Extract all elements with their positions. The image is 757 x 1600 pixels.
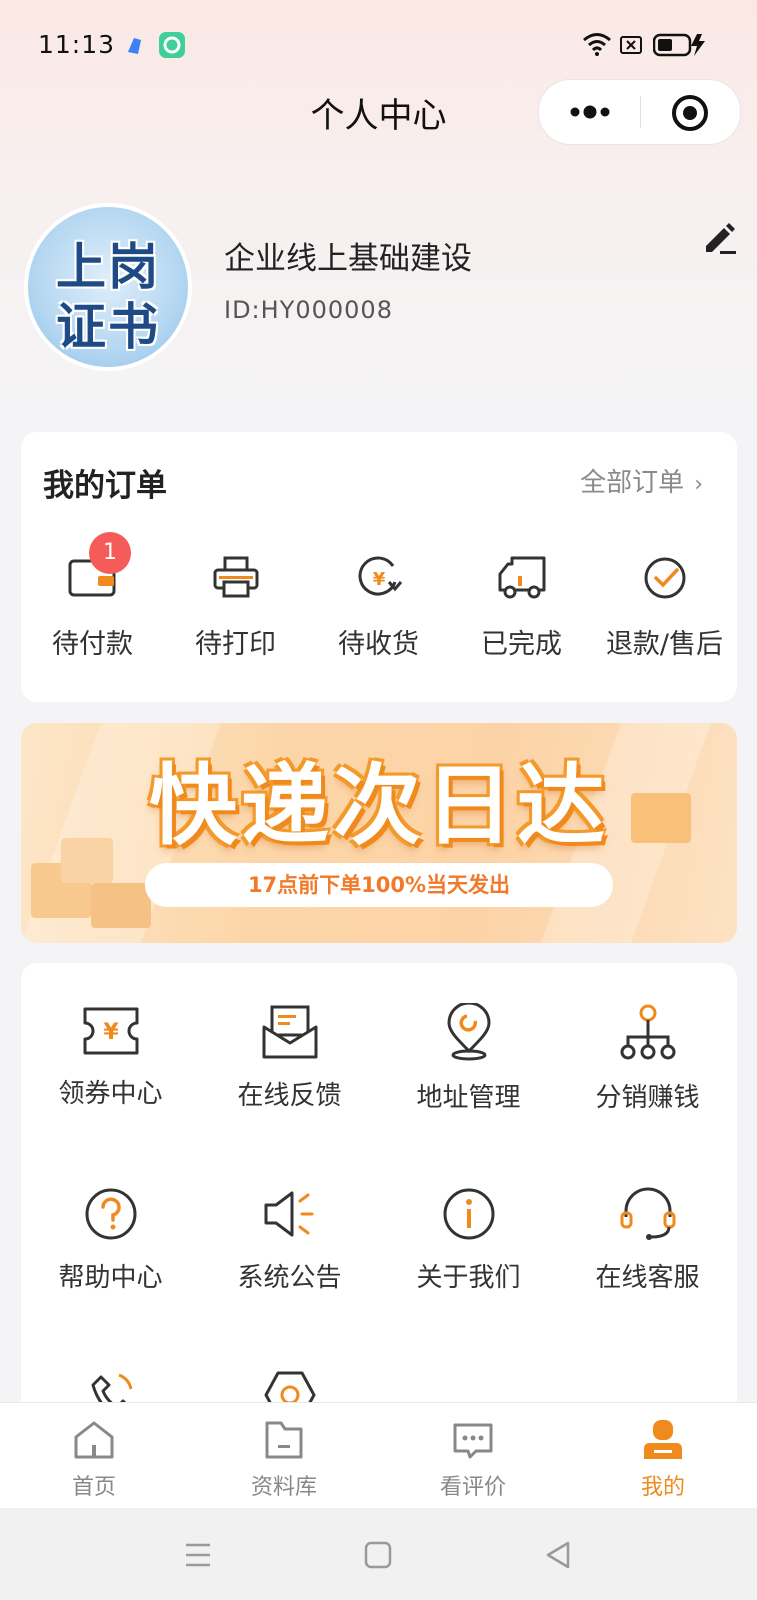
order-item-pending-print[interactable]: 待打印	[164, 552, 307, 661]
service-label: 系统公告	[237, 1263, 342, 1293]
service-coupon-center[interactable]: ¥ 领券中心	[21, 1003, 200, 1110]
order-item-refund[interactable]: 退款/售后	[593, 552, 736, 661]
tab-label: 我的	[640, 1475, 685, 1500]
services-card: ¥ 领券中心 在线反馈 地址管理 分销赚钱 帮助中心 系统公告 关于我们 在线客…	[21, 963, 737, 1423]
service-label: 分销赚钱	[595, 1083, 700, 1113]
svg-text:¥: ¥	[372, 569, 385, 590]
user-name: 企业线上基础建设	[224, 241, 472, 277]
service-label: 地址管理	[416, 1083, 521, 1113]
order-item-pending-receive[interactable]: ¥ 待收货	[307, 552, 450, 661]
folder-icon	[265, 1421, 303, 1459]
user-icon	[644, 1420, 682, 1459]
order-item-label: 待付款	[52, 629, 133, 660]
receive-icon: ¥	[358, 556, 402, 596]
notification-badge: 1	[89, 532, 131, 574]
app-icon-green	[159, 32, 185, 58]
package-box	[91, 883, 151, 928]
truck-icon	[498, 556, 545, 599]
menu-icon[interactable]	[184, 1542, 212, 1568]
service-label: 在线反馈	[237, 1081, 342, 1111]
user-id: ID:HY000008	[224, 296, 393, 324]
service-address[interactable]: 地址管理	[379, 1003, 558, 1114]
tab-label: 资料库	[250, 1475, 317, 1500]
tab-mine[interactable]: 我的	[593, 1417, 733, 1501]
service-customer-support[interactable]: 在线客服	[558, 1185, 737, 1294]
more-icon[interactable]	[567, 98, 613, 126]
status-time: 11:13	[38, 30, 116, 59]
service-announcement[interactable]: 系统公告	[200, 1185, 379, 1294]
coupon-icon: ¥	[83, 1007, 138, 1055]
orders-card: 我的订单 全部订单 › 1 待付款 待打印 ¥ 待收货 已完成 退款/售后	[21, 432, 737, 702]
promo-banner[interactable]: 快递次日达 17点前下单100%当天发出	[21, 723, 737, 943]
chevron-right-icon: ›	[694, 472, 703, 497]
tab-library[interactable]: 资料库	[214, 1417, 354, 1501]
home-square-icon[interactable]	[364, 1541, 392, 1569]
tab-home[interactable]: 首页	[24, 1417, 164, 1501]
battery-icon	[653, 33, 705, 57]
wifi-icon	[583, 33, 611, 56]
order-item-label: 退款/售后	[605, 629, 724, 660]
order-item-label: 待收货	[338, 629, 419, 660]
capsule-divider	[640, 96, 641, 128]
close-icon[interactable]	[671, 94, 709, 132]
app-icon-blue	[128, 38, 141, 54]
order-item-completed[interactable]: 已完成	[450, 552, 593, 661]
svg-text:¥: ¥	[103, 1020, 119, 1045]
order-item-label: 待打印	[195, 629, 276, 660]
service-label: 关于我们	[416, 1263, 521, 1293]
service-distribution[interactable]: 分销赚钱	[558, 1003, 737, 1114]
all-orders-label: 全部订单	[580, 468, 685, 498]
comment-icon	[453, 1423, 493, 1459]
order-item-pending-payment[interactable]: 1 待付款	[21, 532, 164, 661]
service-label: 在线客服	[595, 1263, 700, 1293]
printer-icon	[213, 556, 258, 598]
bottom-tab-bar: 首页 资料库 看评价 我的	[0, 1402, 757, 1509]
service-help[interactable]: 帮助中心	[21, 1185, 200, 1294]
tab-label: 看评价	[439, 1475, 506, 1500]
service-label: 领券中心	[58, 1079, 163, 1109]
service-feedback[interactable]: 在线反馈	[200, 1003, 379, 1112]
system-navigation-bar	[0, 1508, 757, 1600]
back-icon[interactable]	[544, 1540, 572, 1570]
service-label: 帮助中心	[58, 1263, 163, 1293]
speaker-icon	[264, 1191, 313, 1237]
all-orders-link[interactable]: 全部订单 ›	[580, 462, 703, 499]
banner-subline: 17点前下单100%当天发出	[145, 863, 613, 907]
edit-icon[interactable]	[700, 218, 738, 256]
sim-icon	[620, 36, 642, 54]
mail-icon	[262, 1005, 317, 1059]
tab-reviews[interactable]: 看评价	[403, 1417, 543, 1501]
check-circle-icon	[644, 557, 685, 599]
service-about[interactable]: 关于我们	[379, 1185, 558, 1294]
banner-headline: 快递次日达	[148, 754, 609, 857]
location-icon	[446, 1003, 491, 1061]
distribution-icon	[620, 1004, 675, 1060]
headset-icon	[620, 1187, 675, 1240]
help-icon	[85, 1188, 136, 1240]
orders-title: 我的订单	[43, 468, 167, 504]
tab-label: 首页	[71, 1475, 116, 1500]
home-icon	[74, 1421, 114, 1459]
order-item-label: 已完成	[481, 629, 562, 660]
avatar[interactable]: 上岗 证书	[24, 203, 192, 371]
info-icon	[443, 1188, 494, 1240]
avatar-text-line2: 证书	[56, 298, 160, 356]
mini-program-capsule	[538, 79, 741, 145]
